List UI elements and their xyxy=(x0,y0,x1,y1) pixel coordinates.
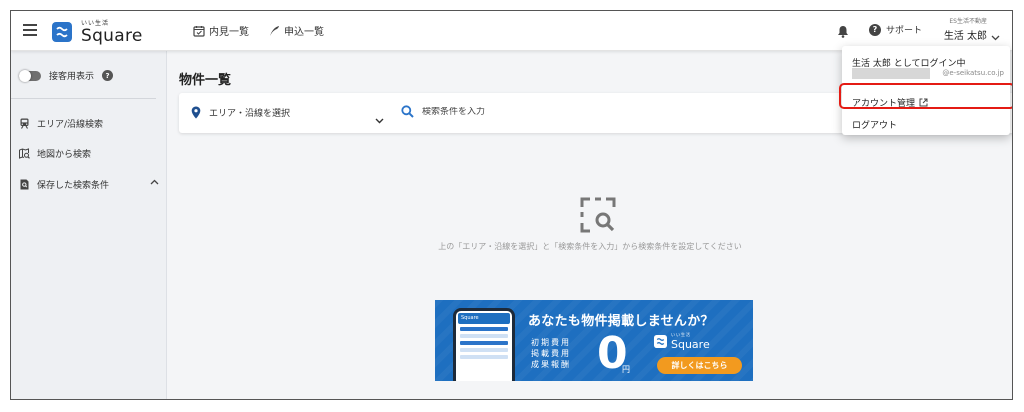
sidebar-item-label: エリア/沿線検索 xyxy=(37,120,104,130)
user-email: @e-seikatsu.co.jp xyxy=(852,67,1004,80)
nav-viewing-list[interactable]: 内見一覧 xyxy=(193,23,249,38)
area-line-select[interactable]: エリア・沿線を選択 xyxy=(191,106,391,119)
sidebar-item-area-line-search[interactable]: エリア/沿線検索 xyxy=(19,117,159,130)
customer-display-toggle-row: 接客用表示 ? xyxy=(19,69,114,82)
banner-fee-row: 掲載費用 xyxy=(531,349,571,358)
empty-search-icon xyxy=(579,196,617,238)
notification-bell-icon[interactable] xyxy=(837,23,849,42)
search-input[interactable] xyxy=(422,106,722,117)
phone-content-line xyxy=(460,327,508,331)
banner-logo-main: Square xyxy=(671,338,710,351)
sidebar: 接客用表示 ? エリア/沿線検索 地図から検索 保存した検索条件 xyxy=(11,51,167,399)
banner-logo: いい生活 Square xyxy=(654,332,710,351)
help-circle-icon: ? xyxy=(869,23,881,36)
banner-fee-list: 初期費用 掲載費用 成果報酬 xyxy=(531,337,571,370)
banner-title: あなたも物件掲載しませんか？ xyxy=(528,314,714,329)
phone-content-line xyxy=(460,334,508,338)
chevron-down-icon[interactable] xyxy=(375,109,384,128)
nav-application-label: 申込一覧 xyxy=(284,27,324,38)
empty-state-message: 上の「エリア・沿線を選択」と「検索条件を入力」から検索条件を設定してください xyxy=(438,242,742,251)
account-management-link[interactable]: アカウント管理 xyxy=(852,96,928,109)
support-button[interactable]: ? サポート xyxy=(869,23,922,36)
logout-label: ログアウト xyxy=(852,121,898,131)
user-dropdown-menu: 生活 太郎 としてログイン中 @e-seikatsu.co.jp アカウント管理… xyxy=(842,46,1010,135)
logo-title[interactable]: Square xyxy=(81,26,143,46)
chevron-up-icon[interactable] xyxy=(150,179,159,185)
sidebar-item-label: 保存した検索条件 xyxy=(37,181,110,191)
top-bar: いい生活 Square 内見一覧 申込一覧 ? サポート ES生活不動産 生活 … xyxy=(11,11,1012,51)
hamburger-menu-icon[interactable] xyxy=(23,24,37,36)
email-domain: @e-seikatsu.co.jp xyxy=(942,69,1004,77)
help-icon[interactable]: ? xyxy=(102,70,114,81)
banner-fee-row: 初期費用 xyxy=(531,338,571,347)
email-redaction xyxy=(852,68,930,79)
phone-content-line xyxy=(460,355,508,359)
user-name: 生活 太郎 xyxy=(943,31,987,42)
nav-viewing-label: 内見一覧 xyxy=(209,27,249,38)
user-menu-button[interactable]: ES生活不動産 生活 太郎 xyxy=(941,16,987,42)
sidebar-item-saved-search[interactable]: 保存した検索条件 xyxy=(19,178,159,191)
map-search-icon xyxy=(19,148,30,159)
sidebar-divider xyxy=(11,98,156,99)
sidebar-item-map-search[interactable]: 地図から検索 xyxy=(19,147,159,160)
external-link-icon xyxy=(919,98,928,107)
saved-search-icon xyxy=(20,179,29,190)
logo-icon[interactable] xyxy=(52,22,72,42)
listing-promo-banner[interactable]: Square あなたも物件掲載しませんか？ 初期費用 掲載費用 成果報酬 0 円 xyxy=(435,300,753,381)
train-icon xyxy=(20,118,29,129)
banner-fee-row: 成果報酬 xyxy=(531,360,571,369)
app-window: いい生活 Square 内見一覧 申込一覧 ? サポート ES生活不動産 生活 … xyxy=(10,10,1013,400)
customer-display-label: 接客用表示 xyxy=(49,72,95,82)
location-pin-icon xyxy=(191,106,201,119)
user-company: ES生活不動産 xyxy=(949,18,987,25)
calendar-check-icon xyxy=(193,25,205,37)
account-management-label: アカウント管理 xyxy=(852,99,916,109)
page-title: 物件一覧 xyxy=(179,73,232,88)
banner-details-button[interactable]: 詳しくはこちら xyxy=(657,357,742,374)
customer-display-toggle[interactable] xyxy=(19,69,41,82)
phone-logo: Square xyxy=(458,313,510,324)
phone-content-line xyxy=(460,341,508,345)
quill-pen-icon xyxy=(270,25,279,36)
nav-application-list[interactable]: 申込一覧 xyxy=(268,23,324,38)
phone-content-line xyxy=(460,348,508,352)
area-select-label: エリア・沿線を選択 xyxy=(209,109,291,119)
banner-yen: 円 xyxy=(622,365,630,374)
search-condition-field[interactable] xyxy=(401,105,722,118)
sidebar-item-label: 地図から検索 xyxy=(37,150,92,160)
search-icon xyxy=(401,105,414,118)
support-label: サポート xyxy=(886,26,923,36)
phone-illustration: Square xyxy=(453,308,515,381)
chevron-down-icon[interactable] xyxy=(991,26,1000,45)
logout-button[interactable]: ログアウト xyxy=(852,118,897,131)
logo-icon xyxy=(654,335,667,348)
